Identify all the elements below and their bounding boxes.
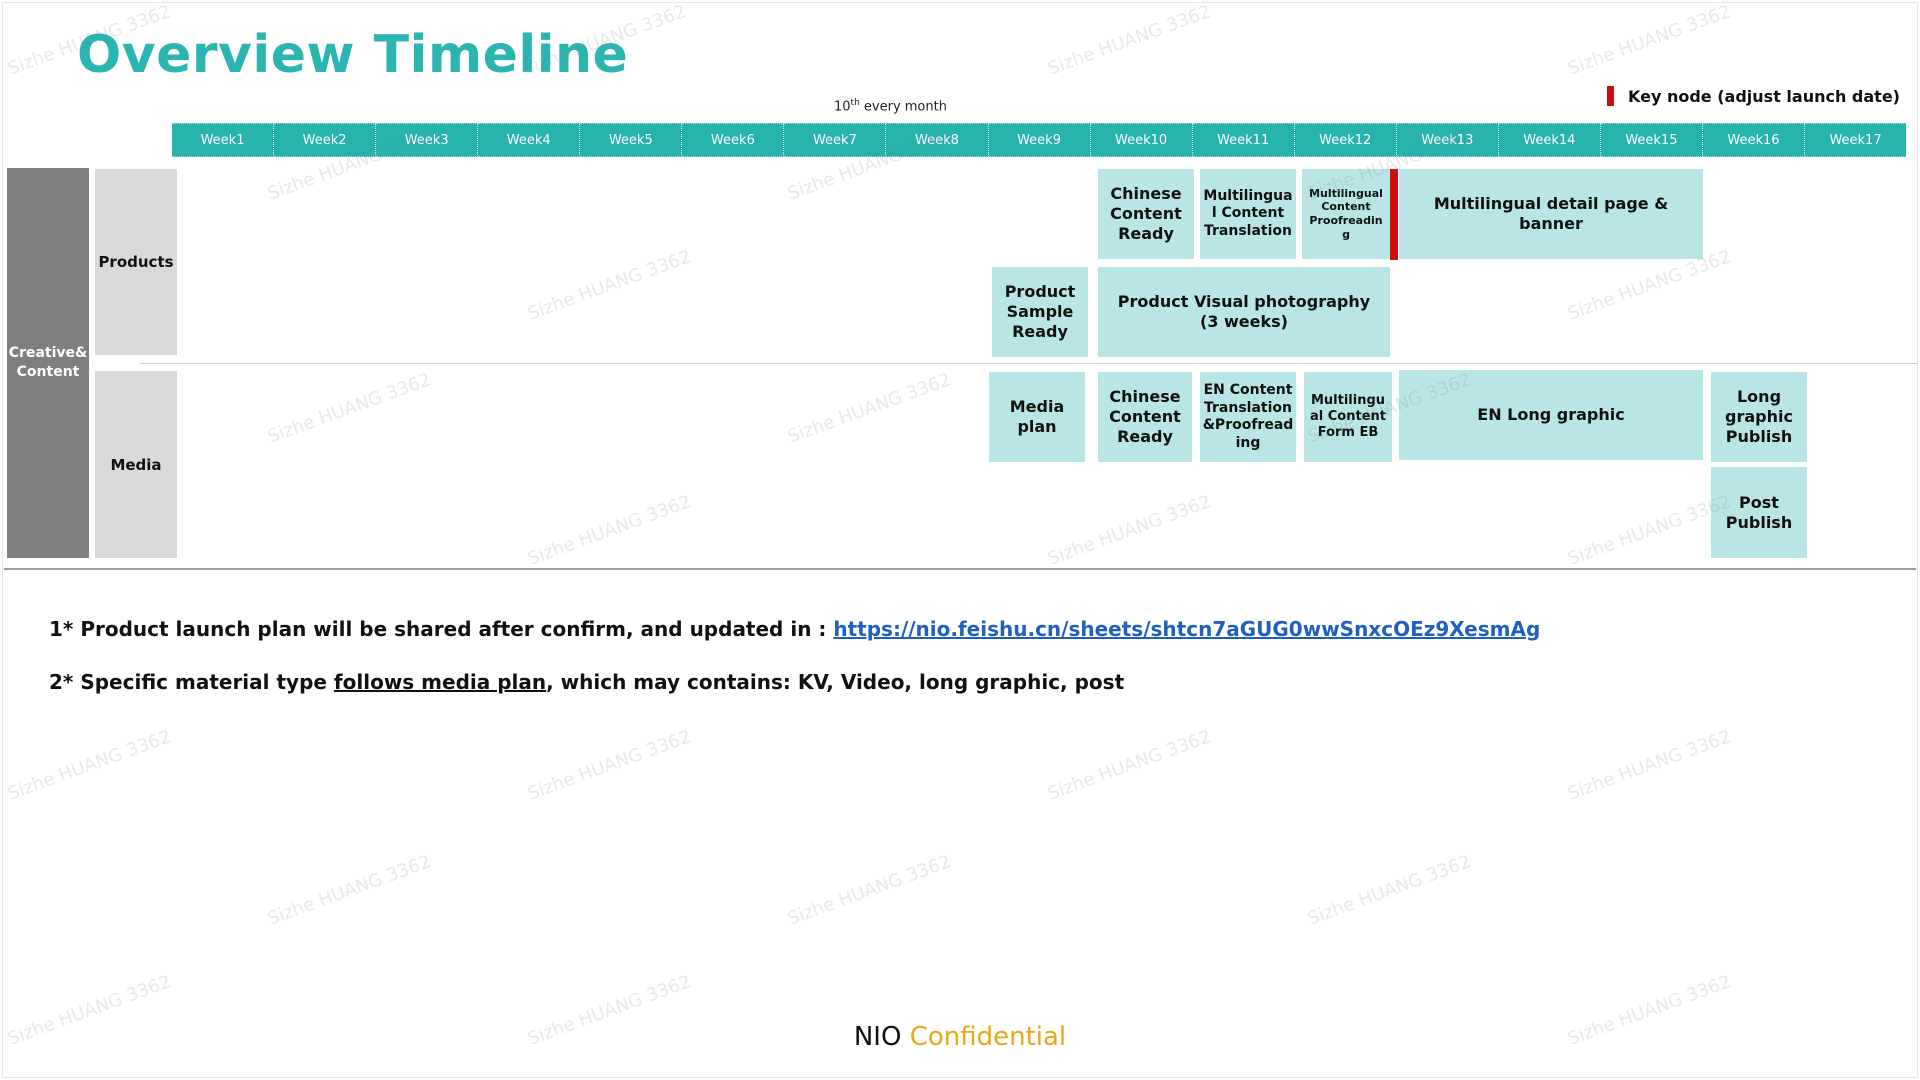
task-products-visual-photography: Product Visual photography (3 weeks) [1098,267,1390,357]
week-header-cell: Week14 [1498,123,1601,157]
month-note: 10th every month [834,98,947,114]
task-products-multilingual-translation: Multilingua l Content Translation [1200,169,1296,259]
legend: Key node (adjust launch date) [1607,86,1900,106]
task-products-sample-ready: Product Sample Ready [992,267,1088,357]
note-material-type: 2* Specific material type follows media … [49,670,1124,694]
timeline-bottom-rule [4,568,1916,570]
month-note-ordinal: 10 [834,99,851,115]
page-title: Overview Timeline [77,25,629,85]
task-media-media-plan: Media plan [989,372,1085,462]
week-header-cell: Week5 [580,123,683,157]
week-header-cell: Week1 [172,123,275,157]
slide: Overview Timeline 10th every month Key n… [0,0,1920,1080]
legend-label: Key node (adjust launch date) [1628,86,1900,106]
week-header-cell: Week2 [274,123,377,157]
subcategory-media: Media [95,371,177,558]
week-header-cell: Week13 [1396,123,1499,157]
task-media-post-publish: Post Publish [1711,467,1807,558]
task-media-long-graphic-publish: Long graphic Publish [1711,372,1807,462]
week-header-cell: Week15 [1600,123,1703,157]
key-node-marker [1390,169,1398,260]
task-products-multilingual-proofreading: Multilingual Content Proofreadin g [1302,169,1390,259]
note-material-emphasis: follows media plan [333,670,547,694]
week-header-cell: Week12 [1294,123,1397,157]
month-note-text: every month [859,99,947,115]
slide-frame [2,2,1918,1078]
week-header-cell: Week10 [1090,123,1193,157]
week-header-cell: Week6 [682,123,785,157]
week-header-cell: Week3 [376,123,479,157]
week-header-cell: Week4 [478,123,581,157]
week-header-cell: Week17 [1805,123,1907,157]
note-launch-plan: 1* Product launch plan will be shared af… [49,617,1540,641]
footer-confidential: NIO Confidential [0,1022,1920,1052]
launch-plan-link[interactable]: https://nio.feishu.cn/sheets/shtcn7aGUG0… [833,617,1540,641]
task-media-en-translation-proofreading: EN Content Translation &Proofread ing [1200,372,1296,462]
week-header-bar: Week1 Week2 Week3 Week4 Week5 Week6 Week… [172,123,1907,157]
note-material-suffix: , which may contains: KV, Video, long gr… [546,670,1125,694]
week-header-cell: Week16 [1702,123,1805,157]
category-creative-content: Creative& Content [7,168,89,558]
note-material-prefix: 2* Specific material type [49,670,334,694]
task-media-en-long-graphic: EN Long graphic [1399,370,1703,460]
task-products-chinese-content-ready: Chinese Content Ready [1098,169,1194,259]
task-visual-photography-line2: (3 weeks) [1200,312,1288,331]
task-media-multilingual-form-eb: Multilingu al Content Form EB [1304,372,1392,462]
task-products-multilingual-detail-page: Multilingual detail page & banner [1399,169,1703,259]
week-header-cell: Week7 [784,123,887,157]
key-node-legend-swatch [1607,86,1614,106]
row-divider [140,363,1918,364]
footer-confidential-label: Confidential [909,1022,1067,1052]
footer-brand: NIO [853,1022,910,1052]
week-header-cell: Week9 [988,123,1091,157]
month-note-sup: th [850,98,860,108]
subcategory-products: Products [95,169,177,355]
week-header-cell: Week11 [1192,123,1295,157]
task-visual-photography-line1: Product Visual photography [1117,292,1371,311]
task-media-chinese-content-ready: Chinese Content Ready [1098,372,1192,462]
note-launch-plan-text: 1* Product launch plan will be shared af… [49,617,834,641]
week-header-cell: Week8 [886,123,989,157]
